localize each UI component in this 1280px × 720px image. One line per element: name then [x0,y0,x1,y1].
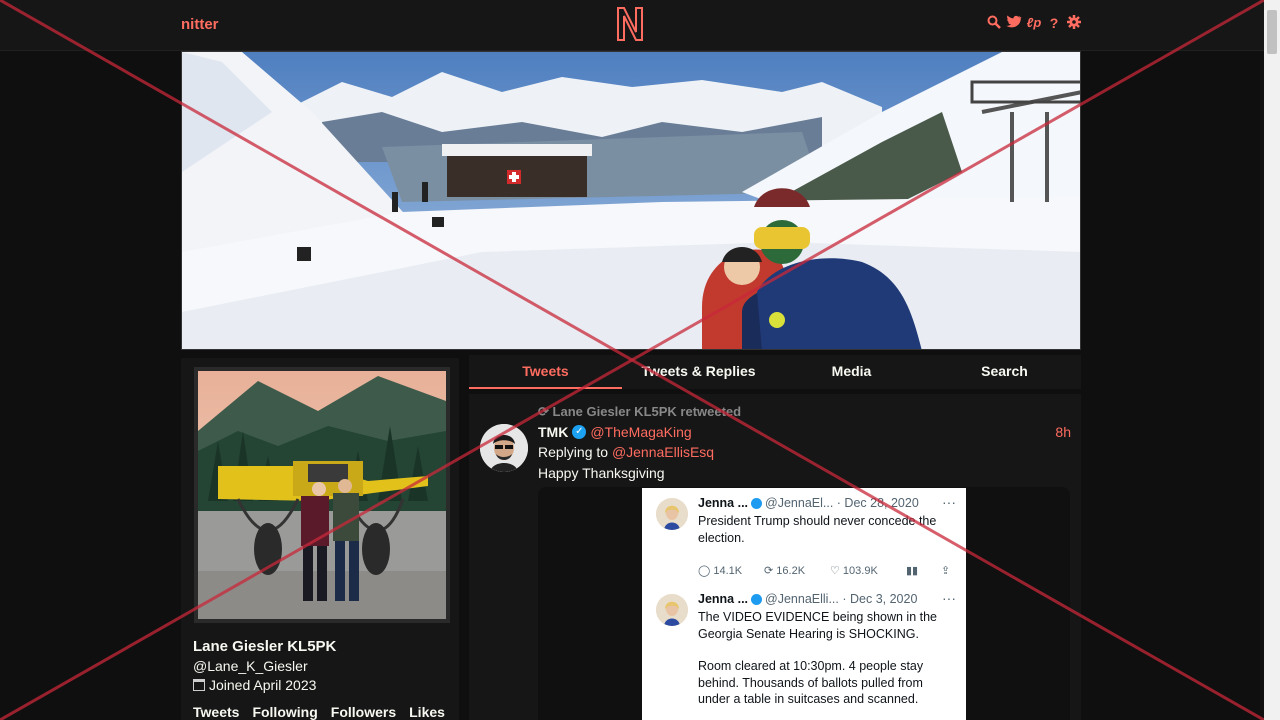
embedded-tweet-header: Jenna ... @JennaEl... · Dec 28, 2020 [698,496,919,510]
embedded-avatar [656,594,688,626]
tab-tweets-replies[interactable]: Tweets & Replies [622,355,775,389]
tweet-author-name[interactable]: TMK [538,424,568,440]
embedded-tweet-2: Jenna ... @JennaElli... · Dec 3, 2020 ···… [656,590,956,720]
embedded-tweet-1: Jenna ... @JennaEl... · Dec 28, 2020 ··· … [656,494,958,577]
replying-to-link[interactable]: @JennaEllisEsq [612,444,714,460]
embedded-handle: @JennaElli... [765,592,839,606]
embedded-date: · Dec 3, 2020 [842,592,918,606]
profile-avatar[interactable] [194,367,450,623]
calendar-icon [193,679,205,691]
embedded-actions: ◯ 14.1K ⟳ 16.2K ♡ 103.9K ▮▮ ⇪ [698,564,958,577]
joined-label: Joined April 2023 [209,677,317,693]
retweet-icon: ⟳ [538,404,549,419]
tweet-media[interactable]: Jenna ... @JennaEl... · Dec 28, 2020 ··· … [538,487,1070,720]
help-icon[interactable]: ? [1046,15,1062,33]
embedded-body: President Trump should never concede the… [698,514,937,545]
nitter-brand-link[interactable]: nitter [181,16,219,33]
verified-badge-icon [751,498,763,510]
embedded-body-para-2: Room cleared at 10:30pm. 4 people stay b… [698,659,924,706]
tweet-replying-to: Replying to @JennaEllisEsq [538,444,714,460]
embedded-handle: @JennaEl... [765,496,834,510]
stat-following[interactable]: Following [252,704,317,720]
profile-joined: Joined April 2023 [193,677,316,693]
tweet-avatar-image [480,424,528,472]
more-icon: ··· [942,590,956,606]
nav-icons: ℓp ? [986,15,1082,33]
embedded-avatar [656,498,688,530]
more-icon: ··· [942,494,956,510]
reply-count: ◯ 14.1K [698,565,743,577]
like-count: ♡ 103.9K [830,565,878,577]
tweet-author-handle[interactable]: @TheMagaKing [590,424,691,440]
page-scrollbar[interactable] [1264,0,1280,720]
embedded-screenshot[interactable]: Jenna ... @JennaEl... · Dec 28, 2020 ··· … [642,488,966,720]
liberapay-icon[interactable]: ℓp [1026,15,1042,33]
stat-followers[interactable]: Followers [331,704,396,720]
retweet-label[interactable]: Lane Giesler KL5PK retweeted [553,404,742,419]
profile-handle[interactable]: @Lane_K_Giesler [193,658,308,674]
nitter-logo-icon[interactable] [614,6,646,42]
embedded-body-para-1: The VIDEO EVIDENCE being shown in the Ge… [698,610,938,641]
avatar-image [198,371,446,619]
views-icon: ▮▮ [906,565,919,577]
stat-likes[interactable]: Likes [409,704,445,720]
banner-image [182,52,1080,349]
tweet-date[interactable]: 8h [1055,424,1071,440]
gear-icon[interactable] [1066,15,1082,33]
verified-badge-icon: ✓ [572,425,587,439]
search-icon[interactable] [986,15,1002,33]
replying-prefix: Replying to [538,444,609,460]
embedded-date: · Dec 28, 2020 [836,496,919,510]
verified-badge-icon [751,594,763,606]
timeline-item[interactable]: ⟳ Lane Giesler KL5PK retweeted TMK ✓ @Th… [469,394,1081,720]
navbar: nitter ℓp ? [0,0,1264,51]
tweet-header: TMK ✓ @TheMagaKing [538,424,692,440]
embedded-author: Jenna ... [698,592,749,606]
embedded-author: Jenna ... [698,496,749,510]
timeline-tabs: Tweets Tweets & Replies Media Search [469,355,1081,389]
profile-card: Lane Giesler KL5PK @Lane_K_Giesler Joine… [181,358,459,720]
share-icon: ⇪ [941,565,951,577]
tweet-avatar[interactable] [480,424,528,472]
twitter-bird-icon[interactable] [1006,15,1022,33]
tab-media[interactable]: Media [775,355,928,389]
tweet-text: Happy Thanksgiving [538,465,665,481]
profile-name[interactable]: Lane Giesler KL5PK [193,638,336,655]
scrollbar-thumb[interactable] [1267,10,1277,54]
tab-search[interactable]: Search [928,355,1081,389]
tab-tweets[interactable]: Tweets [469,355,622,389]
profile-banner[interactable] [181,51,1081,350]
retweet-header: ⟳ Lane Giesler KL5PK retweeted [538,404,741,420]
stat-tweets[interactable]: Tweets [193,704,239,720]
embedded-body: The VIDEO EVIDENCE being shown in the Ge… [698,609,953,708]
retweet-count: ⟳ 16.2K [764,565,806,577]
embedded-tweet-header: Jenna ... @JennaElli... · Dec 3, 2020 [698,592,917,606]
profile-stats: Tweets Following Followers Likes [193,704,445,720]
